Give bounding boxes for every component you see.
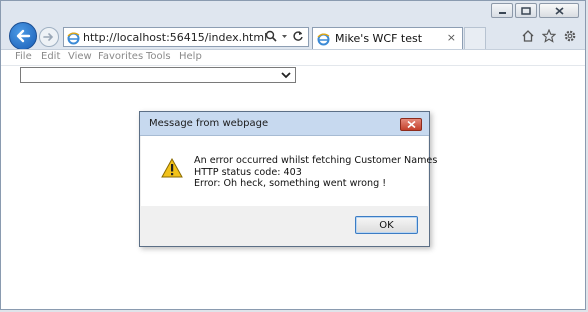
menu-tools[interactable]: Tools (146, 51, 171, 62)
star-icon[interactable] (542, 29, 556, 43)
home-icon[interactable] (521, 29, 535, 43)
address-url[interactable]: http://localhost:56415/index.html (83, 31, 267, 44)
close-icon (554, 6, 564, 15)
search-icon[interactable] (265, 30, 277, 42)
address-bar[interactable]: http://localhost:56415/index.html (63, 27, 309, 47)
new-tab-button[interactable] (464, 27, 486, 49)
window-close-button[interactable] (539, 3, 579, 18)
browser-window: http://localhost:56415/index.html Mike's… (0, 0, 586, 310)
menu-file[interactable]: File (15, 51, 32, 62)
menu-favorites[interactable]: Favorites (98, 51, 143, 62)
message-line: An error occurred whilst fetching Custom… (194, 155, 438, 166)
maximize-button[interactable] (515, 3, 537, 18)
back-button[interactable] (9, 22, 37, 50)
toolbar-icons (521, 29, 577, 43)
alert-dialog: Message from webpage An error occurred w… (139, 111, 437, 247)
dialog-message: An error occurred whilst fetching Custom… (194, 155, 437, 190)
message-line: Error: Oh heck, something went wrong ! (194, 178, 387, 189)
dialog-title: Message from webpage (149, 118, 269, 129)
forward-button[interactable] (39, 27, 59, 47)
menu-help[interactable]: Help (179, 51, 202, 62)
ie-page-icon (67, 30, 80, 49)
ok-button[interactable]: OK (355, 216, 418, 234)
menu-bar: File Edit View Favorites Tools Help (1, 49, 585, 66)
ie-page-icon (317, 31, 330, 50)
back-arrow-icon (16, 29, 31, 43)
dialog-titlebar[interactable]: Message from webpage (140, 112, 429, 136)
address-tools (265, 30, 304, 42)
forward-arrow-icon (43, 33, 54, 41)
gear-icon[interactable] (563, 29, 577, 43)
dialog-body: An error occurred whilst fetching Custom… (141, 136, 437, 206)
tab-title: Mike's WCF test (335, 32, 423, 45)
warning-icon (161, 158, 183, 178)
menu-view[interactable]: View (68, 51, 92, 62)
chevron-down-icon[interactable] (281, 30, 288, 42)
maximize-icon (521, 6, 531, 15)
minimize-button[interactable] (491, 3, 513, 18)
dialog-close-button[interactable] (400, 118, 422, 131)
window-caption-buttons (491, 3, 579, 18)
browser-chrome: http://localhost:56415/index.html Mike's… (1, 1, 585, 50)
tab-close-button[interactable]: × (447, 31, 456, 44)
close-icon (406, 121, 416, 128)
customer-select[interactable] (20, 67, 296, 83)
chevron-down-icon (281, 72, 291, 79)
message-line: HTTP status code: 403 (194, 166, 302, 178)
menu-edit[interactable]: Edit (41, 51, 60, 62)
minimize-icon (498, 11, 506, 14)
tab-active[interactable]: Mike's WCF test × (312, 27, 463, 49)
refresh-icon[interactable] (292, 30, 304, 42)
